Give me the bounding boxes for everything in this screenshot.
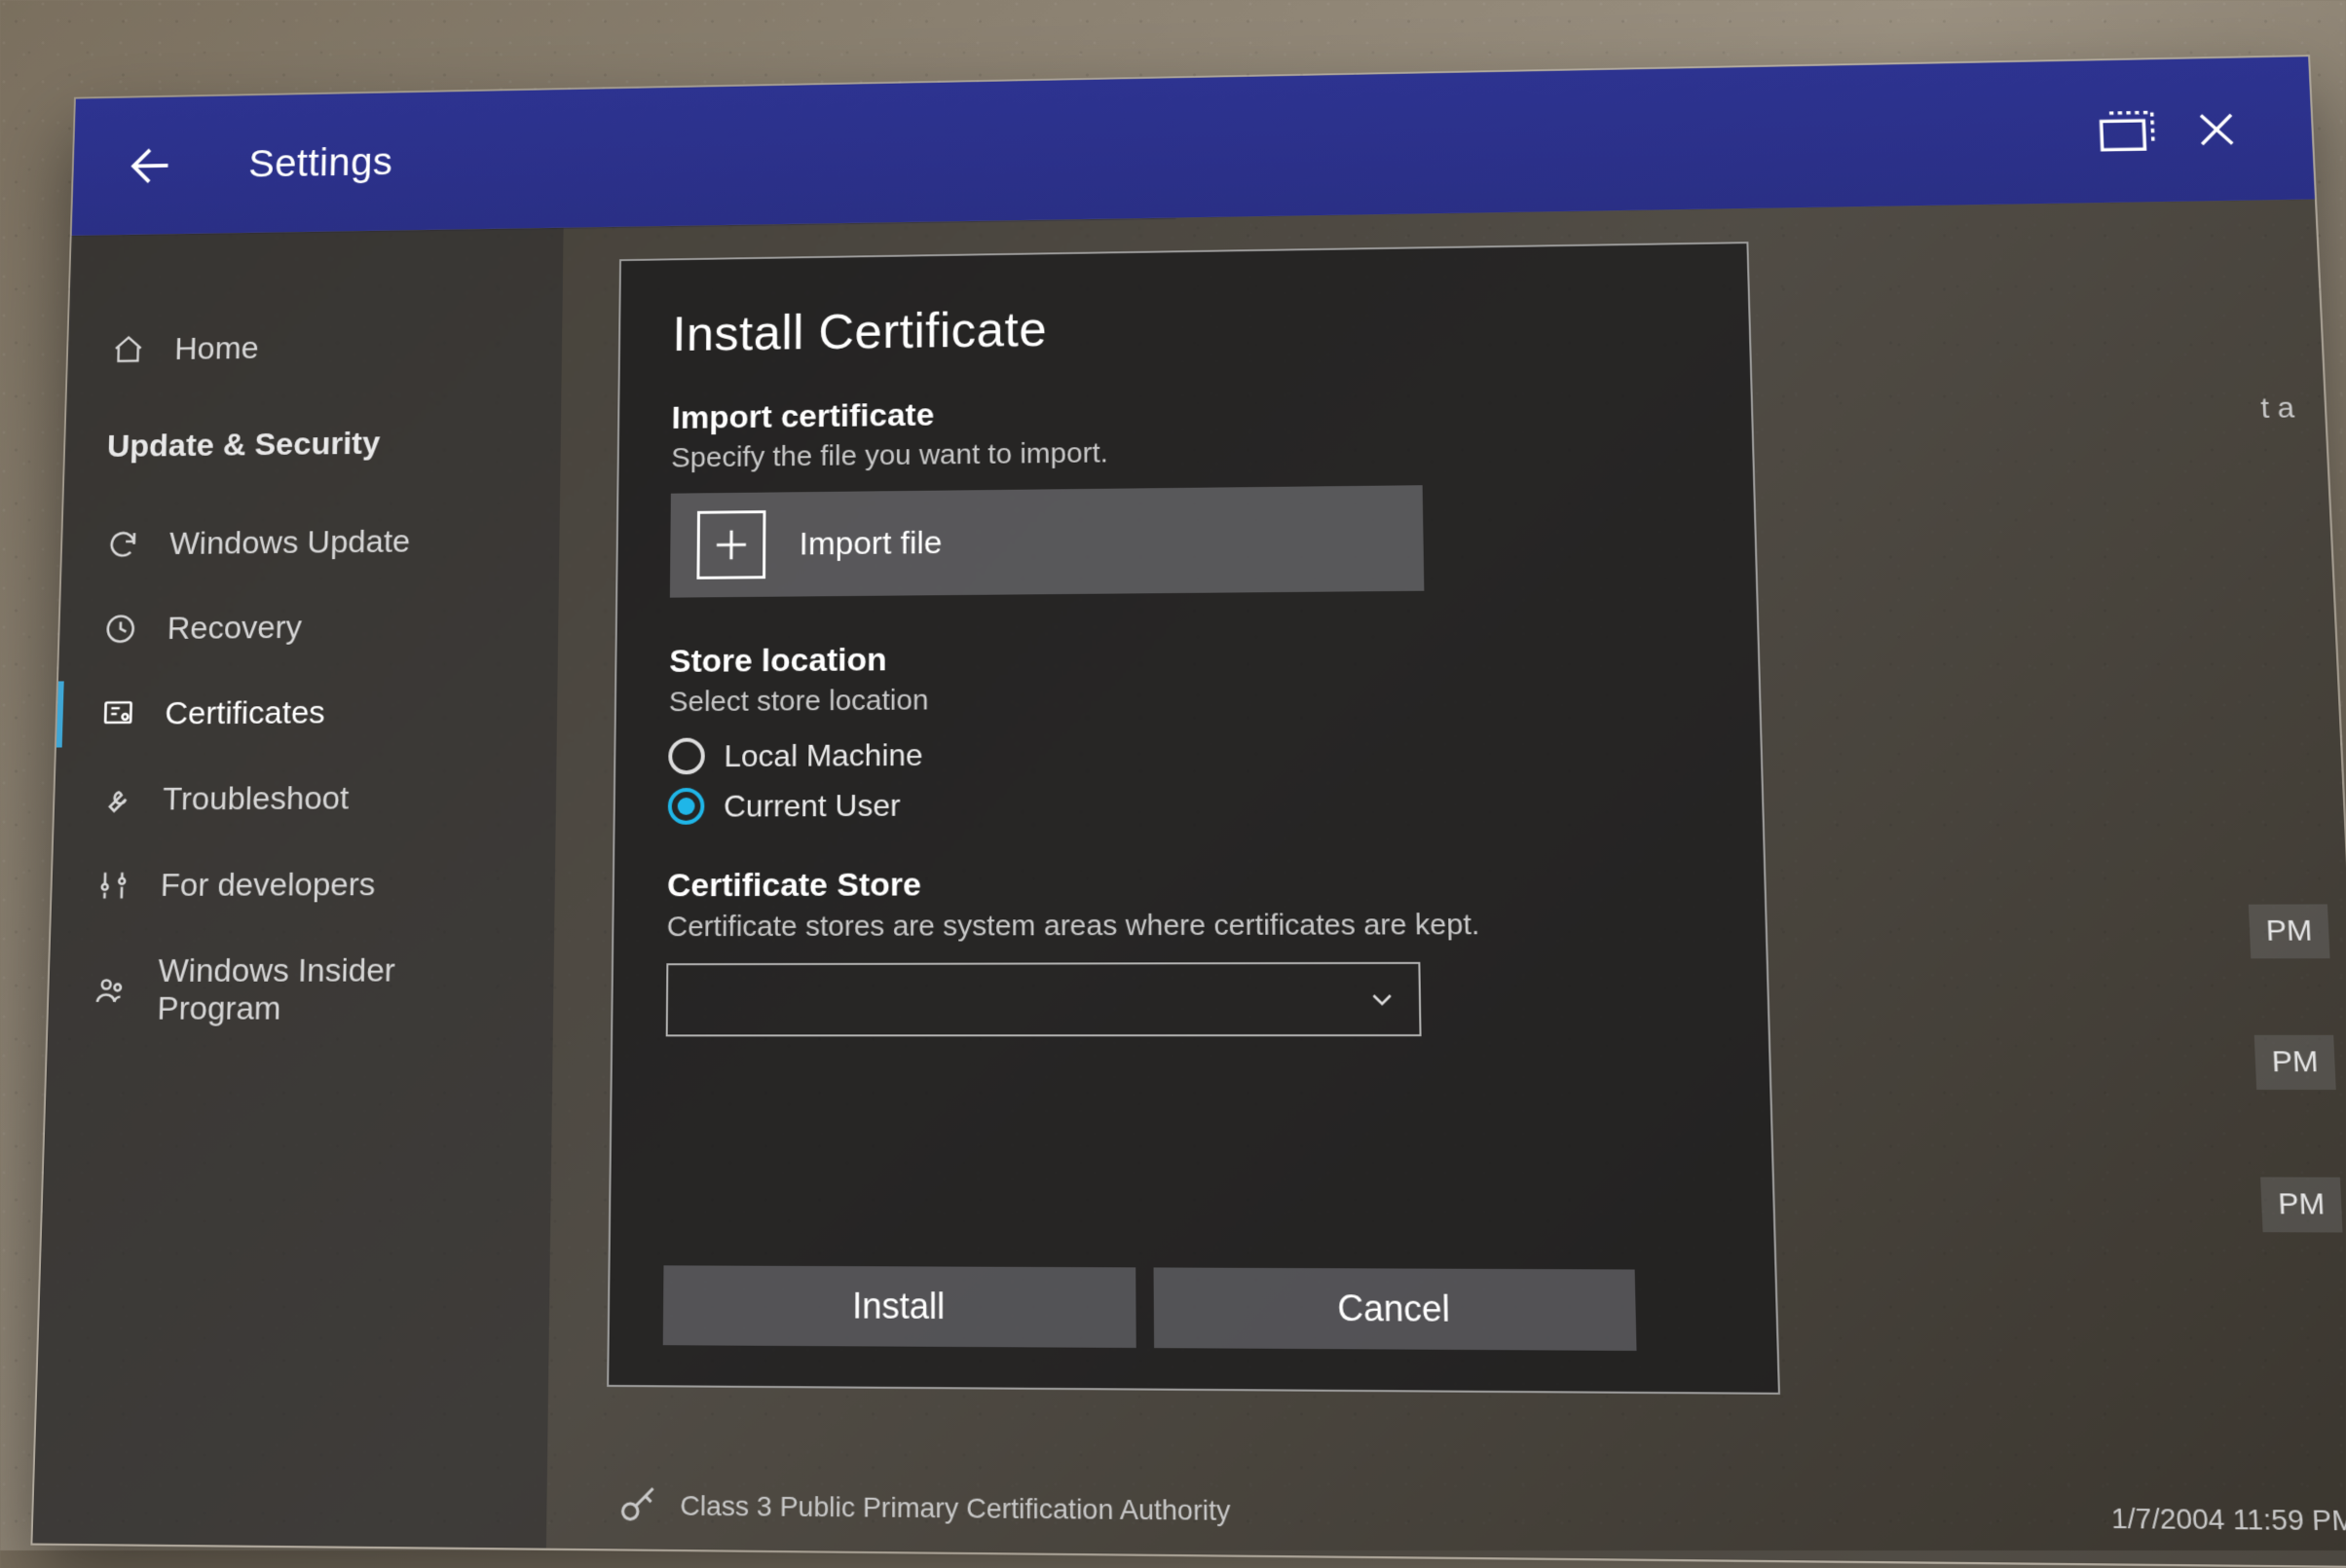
chevron-down-icon: [1365, 983, 1399, 1017]
back-button[interactable]: [119, 133, 185, 199]
certificate-icon: [99, 694, 138, 732]
radio-current-user[interactable]: Current User: [668, 783, 1707, 825]
dialog-title: Install Certificate: [672, 292, 1695, 363]
certificate-store-section: Certificate Store Certificate stores are…: [666, 864, 1713, 1037]
sidebar-item-for-developers[interactable]: For developers: [51, 840, 555, 929]
background-time-fragment: PM: [2260, 1177, 2342, 1233]
plus-icon: [696, 510, 765, 579]
background-cert-row: Class 3 Public Primary Certification Aut…: [615, 1482, 2346, 1545]
titlebar-title: Settings: [248, 139, 393, 186]
sidebar-section-label: Update & Security: [106, 426, 380, 466]
background-text-fragment: t a: [2260, 392, 2295, 426]
store-location-label: Store location: [669, 635, 1703, 681]
install-certificate-dialog: Install Certificate Import certificate S…: [607, 242, 1780, 1395]
store-location-section: Store location Select store location Loc…: [668, 635, 1707, 825]
import-file-button[interactable]: Import file: [670, 485, 1425, 597]
radio-label: Local Machine: [724, 737, 922, 774]
import-section-subtext: Specify the file you want to import.: [671, 430, 1698, 474]
sidebar: Home Update & Security Windows Update Re…: [32, 228, 563, 1549]
sidebar-item-label: Recovery: [167, 609, 302, 647]
import-file-button-label: Import file: [799, 524, 942, 563]
radio-label: Current User: [724, 787, 901, 824]
certificate-store-dropdown[interactable]: [666, 962, 1422, 1037]
background-cert-name: Class 3 Public Primary Certification Aut…: [680, 1490, 1230, 1527]
sidebar-item-recovery[interactable]: Recovery: [58, 582, 559, 672]
home-icon: [109, 331, 147, 368]
sidebar-item-label: Troubleshoot: [163, 780, 350, 818]
app-window: Settings Home Update & Security: [33, 58, 2313, 1539]
cancel-button[interactable]: Cancel: [1154, 1267, 1637, 1351]
radio-icon: [668, 738, 705, 775]
history-icon: [101, 610, 139, 648]
sidebar-item-home[interactable]: Home: [67, 302, 563, 392]
window-body: Home Update & Security Windows Update Re…: [32, 200, 2346, 1566]
certificate-store-label: Certificate Store: [667, 864, 1709, 906]
content-area: t a PM PM PM Class 3 Public Primary Cert…: [546, 200, 2346, 1566]
import-section-label: Import certificate: [671, 388, 1696, 437]
close-button[interactable]: [2171, 95, 2263, 164]
sync-icon: [104, 525, 142, 563]
dialog-actions: Install Cancel: [663, 1265, 1637, 1351]
sidebar-item-label: For developers: [160, 866, 375, 904]
sidebar-item-label: Windows Update: [169, 523, 411, 562]
radio-icon: [668, 788, 705, 825]
store-location-subtext: Select store location: [669, 679, 1705, 719]
tools-icon: [94, 866, 133, 904]
people-icon: [91, 971, 130, 1010]
multitask-button[interactable]: [2081, 97, 2174, 166]
radio-local-machine[interactable]: Local Machine: [668, 731, 1706, 774]
background-time-fragment: PM: [2254, 1035, 2336, 1090]
key-icon: [615, 1482, 661, 1529]
back-arrow-icon: [124, 138, 180, 194]
app-window-inner: Settings Home Update & Security: [30, 55, 2346, 1568]
background-time-fragment: PM: [2249, 904, 2330, 958]
wrench-icon: [96, 780, 135, 818]
sidebar-item-label: Windows Insider Program: [157, 952, 463, 1028]
install-button[interactable]: Install: [663, 1265, 1136, 1348]
multitask-icon: [2097, 108, 2158, 155]
sidebar-item-certificates[interactable]: Certificates: [56, 668, 558, 757]
install-button-label: Install: [852, 1286, 945, 1328]
close-icon: [2189, 104, 2243, 155]
import-section: Import certificate Specify the file you …: [670, 388, 1701, 598]
sidebar-item-label: Home: [174, 330, 259, 367]
sidebar-item-troubleshoot[interactable]: Troubleshoot: [54, 754, 557, 842]
background-cert-date: 1/7/2004 11:59 PM: [2110, 1502, 2346, 1537]
sidebar-item-label: Certificates: [165, 694, 325, 732]
sidebar-item-windows-update[interactable]: Windows Update: [61, 498, 560, 587]
sidebar-section-update-security: Update & Security: [63, 386, 561, 503]
certificate-store-subtext: Certificate stores are system areas wher…: [667, 908, 1711, 944]
cancel-button-label: Cancel: [1337, 1288, 1450, 1330]
sidebar-item-windows-insider[interactable]: Windows Insider Program: [48, 927, 555, 1052]
